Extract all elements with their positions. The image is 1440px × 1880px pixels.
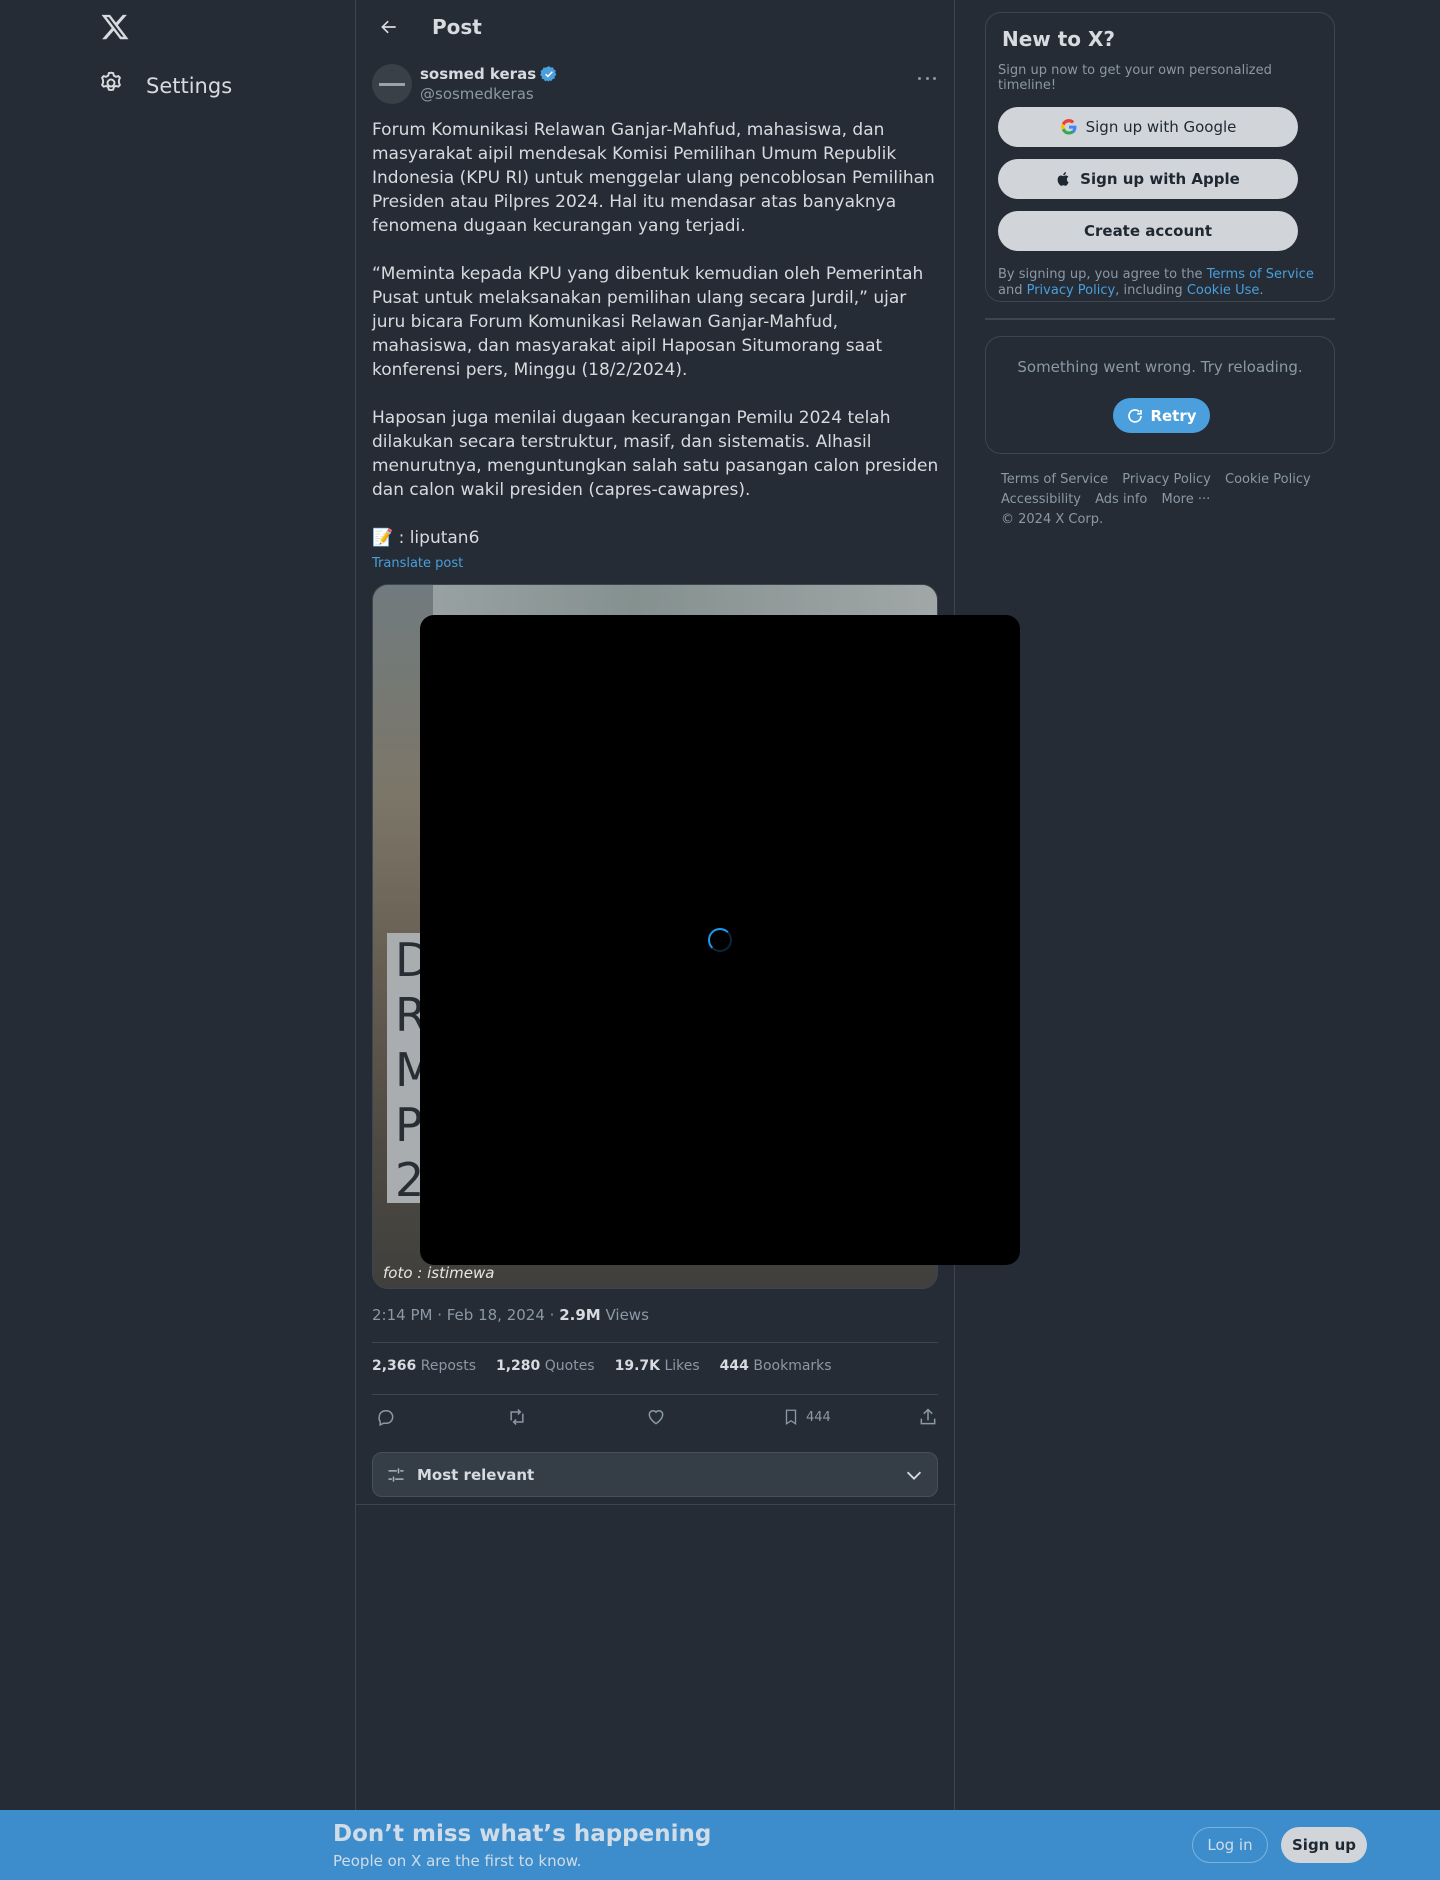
post-paragraph: “Meminta kepada KPU yang dibentuk kemudi… xyxy=(372,264,924,380)
reposts-stat[interactable]: 2,366 Reposts xyxy=(372,1358,476,1374)
bottom-signup-banner: Don’t miss what’s happening People on X … xyxy=(0,1810,1440,1880)
banner-title: Don’t miss what’s happening xyxy=(333,1821,712,1847)
engagement-stats: 2,366 Reposts 1,280 Quotes 19.7K Likes 4… xyxy=(372,1358,832,1374)
footer-link[interactable]: Accessibility xyxy=(1001,490,1081,510)
bookmarks-stat[interactable]: 444 Bookmarks xyxy=(720,1358,832,1374)
post-meta: 2:14 PM · Feb 18, 2024 · 2.9M Views xyxy=(372,1306,649,1324)
bookmark-button[interactable]: 444 xyxy=(782,1407,831,1427)
repost-button[interactable] xyxy=(506,1407,528,1427)
x-logo-icon[interactable] xyxy=(100,12,130,42)
sort-label: Most relevant xyxy=(417,1465,535,1484)
reply-button[interactable] xyxy=(376,1407,396,1427)
avatar[interactable] xyxy=(372,64,412,104)
sidebar-item-settings[interactable]: Settings xyxy=(98,70,232,101)
apple-icon xyxy=(1057,172,1069,186)
gear-icon xyxy=(98,70,124,101)
signup-terms: By signing up, you agree to the Terms of… xyxy=(998,267,1314,298)
banner-subtitle: People on X are the first to know. xyxy=(333,1852,582,1870)
error-message: Something went wrong. Try reloading. xyxy=(1017,358,1303,376)
sliders-icon xyxy=(388,1467,404,1482)
signup-card: New to X? Sign up now to get your own pe… xyxy=(985,12,1335,302)
bookmark-icon xyxy=(785,1409,797,1426)
translate-post-link[interactable]: Translate post xyxy=(372,552,942,576)
divider xyxy=(372,1394,938,1395)
sidebar-item-label: Settings xyxy=(146,73,233,98)
share-button[interactable] xyxy=(918,1407,938,1427)
back-button[interactable] xyxy=(372,10,406,44)
signup-google-button[interactable]: Sign up with Google xyxy=(998,107,1298,147)
error-card: Something went wrong. Try reloading. Ret… xyxy=(985,336,1335,454)
privacy-policy-link[interactable]: Privacy Policy xyxy=(1027,283,1116,298)
more-options-icon[interactable] xyxy=(914,70,940,86)
copyright: © 2024 X Corp. xyxy=(1001,512,1104,527)
login-button[interactable]: Log in xyxy=(1192,1827,1268,1863)
post-timestamp[interactable]: 2:14 PM · Feb 18, 2024 xyxy=(372,1306,545,1324)
action-row: 444 xyxy=(372,1407,938,1431)
post-text: Forum Komunikasi Relawan Ganjar-Mahfud, … xyxy=(372,118,942,576)
footer-links: Terms of Service Privacy Policy Cookie P… xyxy=(1001,470,1331,530)
likes-stat[interactable]: 19.7K Likes xyxy=(615,1358,700,1374)
post-paragraph: Forum Komunikasi Relawan Ganjar-Mahfud, … xyxy=(372,120,935,236)
signup-subtitle: Sign up now to get your own personalized… xyxy=(998,63,1272,93)
media-credit: foto : istimewa xyxy=(383,1264,495,1282)
views-count: 2.9M xyxy=(559,1306,601,1324)
like-button[interactable] xyxy=(646,1407,666,1427)
author-name[interactable]: sosmed keras xyxy=(420,65,558,83)
heart-icon xyxy=(648,1410,664,1425)
cookie-use-link[interactable]: Cookie Use xyxy=(1187,283,1260,298)
divider xyxy=(985,318,1335,320)
footer-link[interactable]: More ··· xyxy=(1161,490,1210,510)
signup-google-label: Sign up with Google xyxy=(1085,118,1237,136)
chevron-down-icon xyxy=(906,1471,922,1480)
author-row: sosmed keras @sosmedkeras xyxy=(372,64,940,108)
footer-link[interactable]: Terms of Service xyxy=(1001,470,1108,490)
views-label: Views xyxy=(605,1306,649,1324)
footer-link[interactable]: Cookie Policy xyxy=(1225,470,1311,490)
share-icon xyxy=(920,1408,936,1425)
refresh-icon xyxy=(1128,408,1143,423)
signup-button[interactable]: Sign up xyxy=(1281,1827,1367,1863)
post-header: Post xyxy=(356,0,954,53)
footer-link[interactable]: Ads info xyxy=(1095,490,1147,510)
repost-icon xyxy=(510,1408,524,1426)
signup-apple-button[interactable]: Sign up with Apple xyxy=(998,159,1298,199)
arrow-left-icon xyxy=(381,20,396,33)
create-account-button[interactable]: Create account xyxy=(998,211,1298,251)
left-nav: Settings xyxy=(0,0,355,1880)
retry-button[interactable]: Retry xyxy=(1113,398,1210,433)
video-player-overlay[interactable] xyxy=(420,615,1020,1265)
divider xyxy=(356,1504,956,1505)
signup-title: New to X? xyxy=(1002,27,1116,51)
footer-link[interactable]: Privacy Policy xyxy=(1122,470,1211,490)
post-paragraph: 📝 : liputan6 xyxy=(372,528,480,548)
google-icon xyxy=(1060,119,1077,135)
reply-sort-dropdown[interactable]: Most relevant xyxy=(372,1452,938,1497)
author-handle[interactable]: @sosmedkeras xyxy=(420,85,534,103)
reply-icon xyxy=(378,1410,394,1427)
divider xyxy=(372,1342,938,1343)
verified-badge-icon xyxy=(540,66,557,82)
post-paragraph: Haposan juga menilai dugaan kecurangan P… xyxy=(372,408,939,500)
signup-apple-label: Sign up with Apple xyxy=(1080,170,1240,188)
loading-spinner-icon xyxy=(708,928,732,952)
page-title: Post xyxy=(432,14,482,39)
quotes-stat[interactable]: 1,280 Quotes xyxy=(496,1358,595,1374)
bookmark-count: 444 xyxy=(806,1409,831,1425)
terms-of-service-link[interactable]: Terms of Service xyxy=(1207,267,1314,282)
